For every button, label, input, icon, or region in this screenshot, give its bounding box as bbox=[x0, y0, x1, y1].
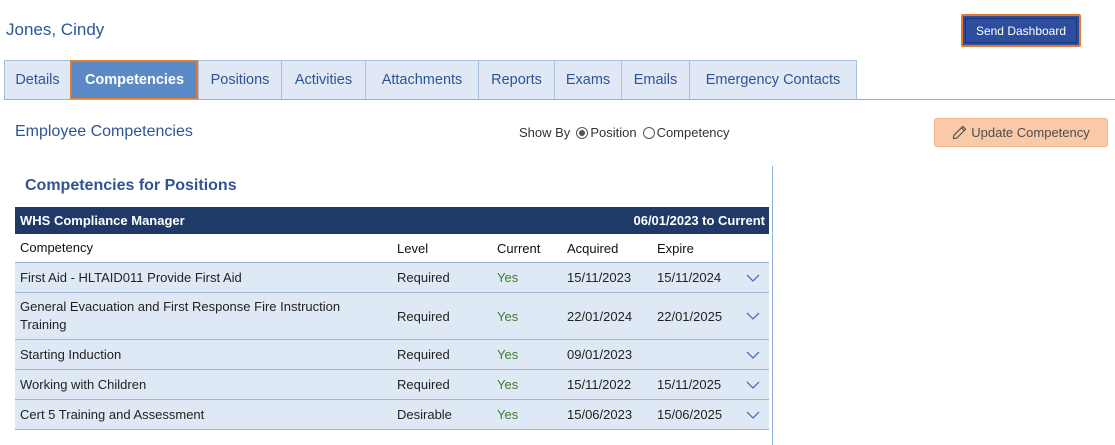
position-dates: 06/01/2023 to Current bbox=[633, 213, 765, 228]
competency-expire: 22/01/2025 bbox=[657, 308, 723, 324]
competency-name: First Aid - HLTAID011 Provide First Aid bbox=[20, 269, 242, 285]
competencies-title: Competencies for Positions bbox=[25, 177, 237, 194]
tab-competencies[interactable]: Competencies bbox=[70, 60, 198, 100]
tabs-divider bbox=[4, 99, 1115, 100]
tab-details[interactable]: Details bbox=[4, 60, 70, 100]
competency-current: Yes bbox=[497, 270, 519, 285]
position-name: WHS Compliance Manager bbox=[20, 213, 185, 228]
competency-current: Yes bbox=[497, 308, 519, 324]
radio-competency-label[interactable]: Competency bbox=[657, 125, 730, 140]
chevron-down-icon[interactable] bbox=[746, 400, 760, 429]
column-level: Level bbox=[397, 240, 429, 256]
competency-level: Required bbox=[397, 377, 450, 392]
competency-acquired: 15/06/2023 bbox=[567, 407, 633, 422]
competency-current: Yes bbox=[497, 377, 519, 392]
table-row[interactable]: Cert 5 Training and Assessment Desirable… bbox=[15, 400, 769, 430]
competency-name: Starting Induction bbox=[20, 346, 122, 362]
table-row[interactable]: General Evacuation and First Response Fi… bbox=[15, 293, 769, 340]
send-dashboard-link-label: Send Dashboard Link bbox=[965, 18, 1077, 63]
competency-current: Yes bbox=[497, 347, 519, 362]
section-title: Employee Competencies bbox=[15, 123, 193, 140]
competency-acquired: 15/11/2022 bbox=[567, 377, 632, 392]
column-acquired: Acquired bbox=[567, 240, 619, 256]
competency-current: Yes bbox=[497, 407, 519, 422]
competency-name: Working with Children bbox=[20, 376, 147, 392]
competency-acquired: 09/01/2023 bbox=[567, 347, 633, 362]
column-current: Current bbox=[497, 240, 541, 256]
tab-positions[interactable]: Positions bbox=[198, 60, 281, 100]
tab-emails[interactable]: Emails bbox=[621, 60, 689, 100]
table-row[interactable]: First Aid - HLTAID011 Provide First Aid … bbox=[15, 263, 769, 293]
competency-level: Desirable bbox=[397, 407, 452, 422]
pencil-icon bbox=[952, 125, 967, 140]
update-competency-label: Update Competency bbox=[971, 125, 1090, 140]
show-by-toggle: Show By Position Competency bbox=[519, 125, 730, 140]
competency-acquired: 15/11/2023 bbox=[567, 270, 632, 285]
table-header: Competency Level Current Acquired Expire bbox=[15, 234, 769, 263]
chevron-down-icon[interactable] bbox=[746, 340, 760, 369]
send-dashboard-link-button[interactable]: Send Dashboard Link bbox=[961, 14, 1081, 63]
show-by-label: Show By bbox=[519, 125, 571, 140]
competency-level: Required bbox=[397, 308, 450, 324]
tab-reports[interactable]: Reports bbox=[478, 60, 554, 100]
radio-competency[interactable] bbox=[642, 126, 655, 139]
tab-attachments[interactable]: Attachments bbox=[365, 60, 478, 100]
competency-name: General Evacuation and First Response Fi… bbox=[20, 299, 341, 332]
update-competency-button[interactable]: Update Competency bbox=[934, 118, 1108, 147]
panel-divider bbox=[772, 166, 773, 445]
tab-activities[interactable]: Activities bbox=[281, 60, 365, 100]
competency-table: Competency Level Current Acquired Expire… bbox=[15, 234, 769, 430]
chevron-down-icon[interactable] bbox=[746, 293, 760, 339]
competency-level: Required bbox=[397, 347, 450, 362]
column-expire: Expire bbox=[657, 240, 694, 256]
competency-level: Required bbox=[397, 270, 450, 285]
competency-acquired: 22/01/2024 bbox=[567, 308, 633, 324]
column-competency: Competency bbox=[20, 240, 93, 255]
tab-emergency-contacts[interactable]: Emergency Contacts bbox=[689, 60, 857, 100]
table-row[interactable]: Starting Induction Required Yes 09/01/20… bbox=[15, 340, 769, 370]
tab-bar: Details Competencies Positions Activitie… bbox=[4, 60, 857, 100]
competency-expire: 15/11/2024 bbox=[657, 270, 722, 285]
radio-position-label[interactable]: Position bbox=[590, 125, 636, 140]
position-header: WHS Compliance Manager 06/01/2023 to Cur… bbox=[15, 207, 769, 234]
chevron-down-icon[interactable] bbox=[746, 263, 760, 292]
employee-name: Jones, Cindy bbox=[6, 20, 105, 39]
radio-position[interactable] bbox=[576, 126, 589, 139]
competency-name: Cert 5 Training and Assessment bbox=[20, 406, 205, 422]
chevron-down-icon[interactable] bbox=[746, 370, 760, 399]
competency-expire: 15/06/2025 bbox=[657, 407, 723, 422]
table-row[interactable]: Working with Children Required Yes 15/11… bbox=[15, 370, 769, 400]
competency-expire: 15/11/2025 bbox=[657, 377, 722, 392]
tab-exams[interactable]: Exams bbox=[554, 60, 621, 100]
